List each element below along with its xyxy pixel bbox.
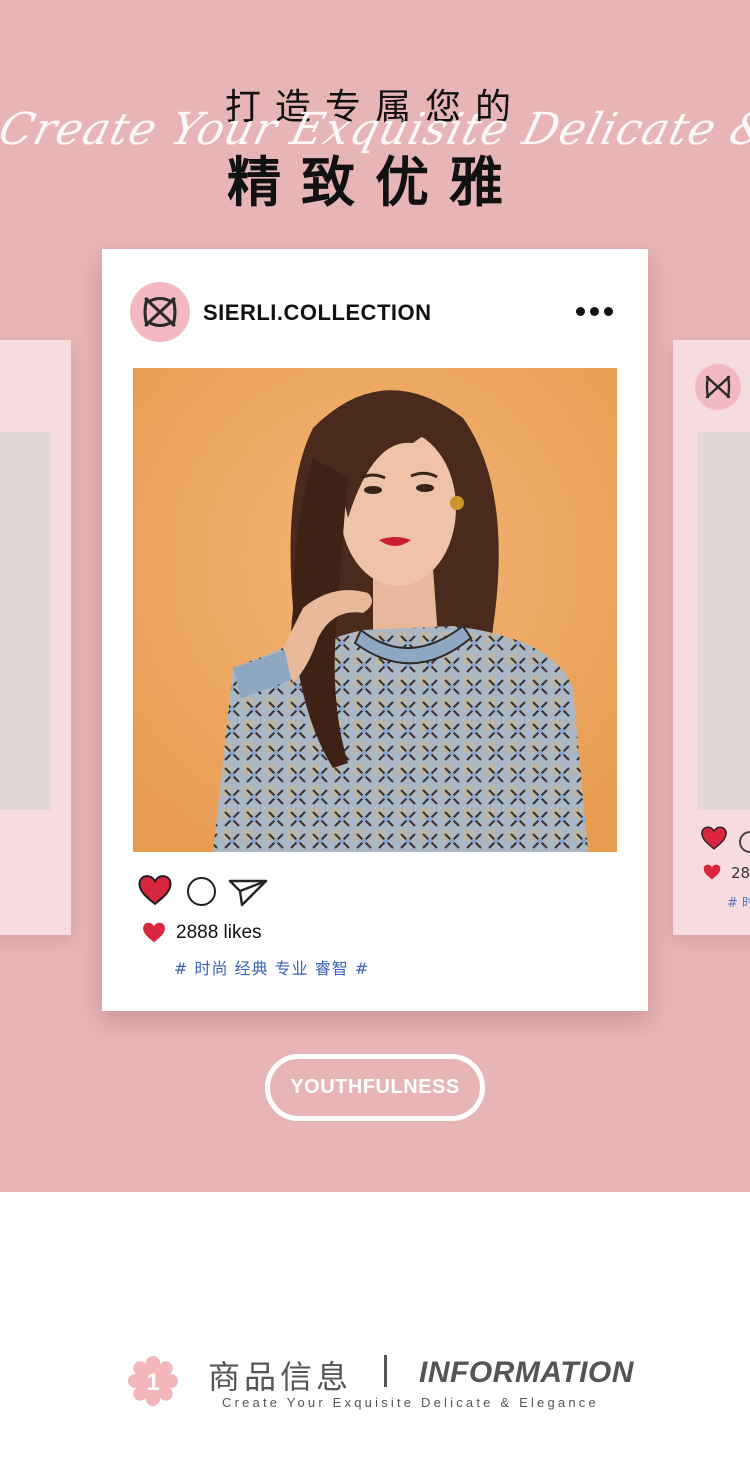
- side-card-right[interactable]: 288 # 时: [673, 340, 750, 935]
- hero-banner: 打造专属您的 Create Your Exquisite Delicate & …: [0, 0, 750, 1192]
- comment-icon[interactable]: [739, 831, 750, 853]
- post-hashtags[interactable]: # 时尚 经典 专业 睿智 #: [174, 955, 369, 979]
- brand-logo-icon: [695, 364, 741, 410]
- section-divider: [384, 1355, 387, 1387]
- post-card: SIERLI.COLLECTION 2888 likes # 时尚 经典 专业 …: [102, 249, 648, 1011]
- side-likes-count: 288: [731, 864, 750, 882]
- section-title-en: INFORMATION: [419, 1356, 634, 1389]
- youthfulness-button[interactable]: YOUTHFULNESS: [265, 1054, 485, 1121]
- brand-logo-icon: [143, 297, 177, 327]
- side-tags: # 时: [727, 896, 750, 911]
- section-number: 1: [146, 1369, 159, 1396]
- post-username[interactable]: SIERLI.COLLECTION: [203, 300, 432, 326]
- section-subtitle: Create Your Exquisite Delicate & Eleganc…: [222, 1395, 599, 1410]
- brand-avatar[interactable]: [130, 282, 190, 342]
- likes-heart-icon: [142, 922, 166, 947]
- side-card-photo: [0, 432, 51, 810]
- model-photo-image: [133, 368, 617, 852]
- side-card-left[interactable]: [0, 340, 71, 935]
- like-heart-icon[interactable]: [138, 875, 172, 909]
- ellipsis-icon[interactable]: [576, 307, 616, 317]
- side-card-photo: [697, 432, 750, 810]
- comment-icon[interactable]: [187, 877, 216, 906]
- hero-title-line2: 精致优雅: [227, 151, 523, 214]
- post-photo[interactable]: [133, 368, 617, 852]
- section-number-badge: 1: [128, 1356, 178, 1406]
- section-title-cn: 商品信息: [208, 1358, 353, 1396]
- heart-icon[interactable]: [701, 826, 727, 854]
- likes-heart-icon: [703, 864, 721, 884]
- send-icon[interactable]: [228, 877, 268, 911]
- likes-count: 2888 likes: [176, 922, 262, 943]
